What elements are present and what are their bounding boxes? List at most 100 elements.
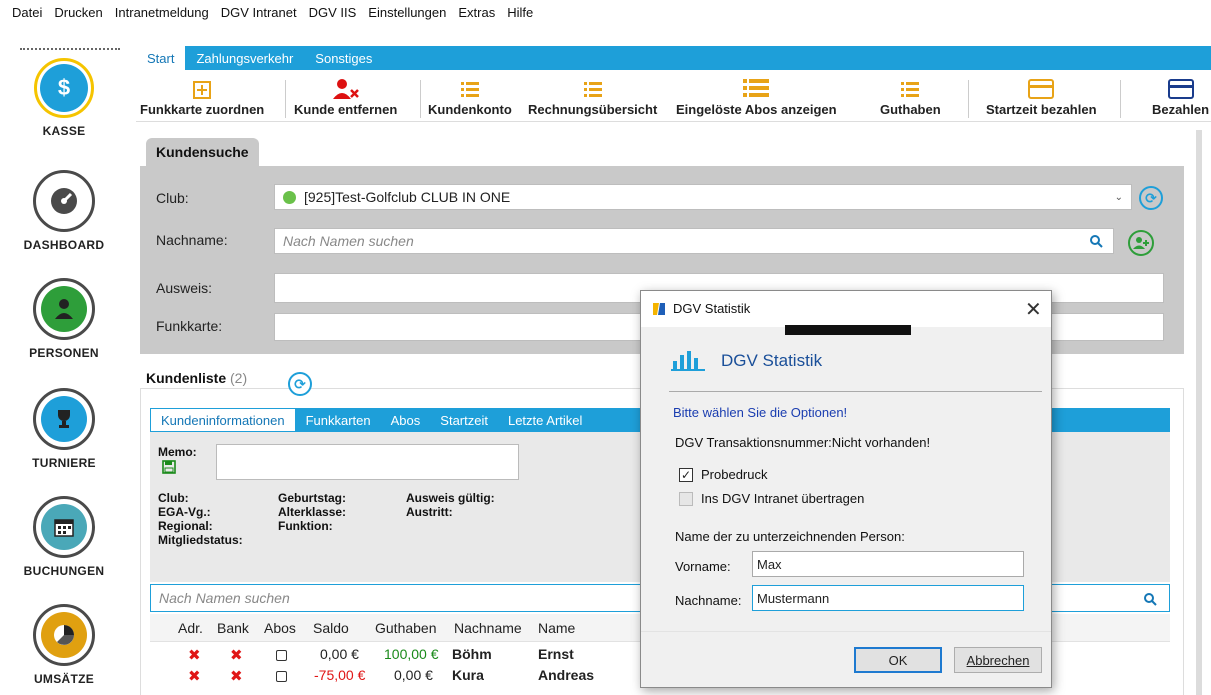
col-nachname[interactable]: Nachname [454,620,522,636]
sidebar-item-kasse[interactable]: $ KASSE [0,58,128,138]
abos-checkbox[interactable] [276,671,287,682]
abos-checkbox[interactable] [276,650,287,661]
sidebar-divider [20,48,120,50]
menu-intranetmeldung[interactable]: Intranetmeldung [109,5,215,20]
divider [669,391,1042,392]
menu-extras[interactable]: Extras [452,5,501,20]
col-name[interactable]: Name [538,620,575,636]
nachname-search-input[interactable]: Nach Namen suchen [274,228,1114,254]
intranet-label: Ins DGV Intranet übertragen [701,491,865,506]
app-window: Datei Drucken Intranetmeldung DGV Intran… [0,0,1211,695]
probedruck-checkbox[interactable]: ✓ [679,468,693,482]
transaction-text: DGV Transaktionsnummer:Nicht vorhanden! [675,435,931,450]
tab-letzte-artikel[interactable]: Letzte Artikel [498,408,592,432]
col-guthaben[interactable]: Guthaben [375,620,437,636]
col-bank[interactable]: Bank [217,620,249,636]
kundenliste-count: (2) [230,370,248,386]
cancel-button[interactable]: Abbrechen [954,647,1042,673]
guthaben-button[interactable]: Guthaben [880,76,941,117]
club-select[interactable]: [925]Test-Golfclub CLUB IN ONE ⌄ [274,184,1132,210]
sidebar-item-label: KASSE [42,124,86,138]
club-value: [925]Test-Golfclub CLUB IN ONE [304,189,511,205]
austritt-info-label: Austritt: [406,505,453,519]
kundenkonto-button[interactable]: Kundenkonto [428,76,512,117]
club-label: Club: [156,190,189,206]
col-saldo[interactable]: Saldo [313,620,349,636]
kunde-entfernen-button[interactable]: Kunde entfernen [294,76,397,117]
refresh-club-icon[interactable]: ⟳ [1139,186,1163,210]
vorname-input[interactable]: Max [752,551,1024,577]
tab-zahlungsverkehr[interactable]: Zahlungsverkehr [185,46,304,70]
alterklasse-info-label: Alterklasse: [278,505,347,519]
nachname-dialog-input[interactable]: Mustermann [752,585,1024,611]
divider [641,631,1051,632]
ribbon-toolbar: Funkkarte zuordnen Kunde entfernen Kunde… [136,70,1211,122]
intranet-checkbox[interactable] [679,492,693,506]
person-icon [41,286,87,332]
sidebar-item-label: DASHBOARD [23,238,105,252]
sidebar-item-dashboard[interactable]: DASHBOARD [0,170,128,252]
sidebar-item-label: PERSONEN [29,346,99,360]
dialog-titlebar: DGV Statistik ✕ [641,291,1051,327]
rechnungsuebersicht-button[interactable]: Rechnungsübersicht [528,76,657,117]
sidebar-item-personen[interactable]: PERSONEN [0,278,128,360]
dialog-info-text: Bitte wählen Sie die Optionen! [673,405,848,420]
tab-startzeit[interactable]: Startzeit [430,408,498,432]
sidebar-item-umsaetze[interactable]: UMSÄTZE [0,604,128,686]
vorname-label: Vorname: [675,559,731,574]
bank-missing-icon: ✖ [230,668,243,685]
bezahlen-button[interactable]: Bezahlen [1152,76,1209,117]
adr-missing-icon: ✖ [188,668,201,685]
memo-input[interactable] [216,444,519,480]
redacted-bar [785,325,911,335]
close-icon[interactable]: ✕ [1025,297,1042,322]
ausweis-gueltig-info-label: Ausweis gültig: [406,491,495,505]
ega-info-label: EGA-Vg.: [158,505,211,519]
funkkarte-zuordnen-button[interactable]: Funkkarte zuordnen [140,76,264,117]
remove-user-icon [332,79,359,99]
add-user-icon[interactable] [1128,230,1154,256]
person-label: Name der zu unterzeichnenden Person: [675,529,905,544]
col-adr[interactable]: Adr. [178,620,203,636]
guthaben-cell: 100,00 € [384,646,439,662]
tab-kundeninformationen[interactable]: Kundeninformationen [150,408,296,432]
mitgliedstatus-info-label: Mitgliedstatus: [158,533,243,547]
startzeit-bezahlen-button[interactable]: Startzeit bezahlen [986,76,1097,117]
ribbon-tabs: Start Zahlungsverkehr Sonstiges [136,46,1211,70]
guthaben-cell: 0,00 € [394,667,433,683]
refresh-list-icon[interactable]: ⟳ [288,372,312,396]
calendar-icon [41,504,87,550]
dgv-logo-icon [653,303,665,315]
list-icon [460,82,479,97]
col-abos[interactable]: Abos [264,620,296,636]
save-icon[interactable] [162,460,176,474]
ok-button[interactable]: OK [854,647,942,673]
tab-abos[interactable]: Abos [381,408,431,432]
menu-datei[interactable]: Datei [6,5,48,20]
tab-funkkarten[interactable]: Funkkarten [296,408,381,432]
nachname-label: Nachname: [156,232,228,248]
saldo-cell: -75,00 € [314,667,366,683]
sidebar-item-buchungen[interactable]: BUCHUNGEN [0,496,128,578]
funkkarte-label: Funkkarte: [156,318,223,334]
search-icon [1144,593,1157,606]
menu-dgv-iis[interactable]: DGV IIS [303,5,363,20]
menu-hilfe[interactable]: Hilfe [501,5,539,20]
card-icon [1167,79,1194,99]
regional-info-label: Regional: [158,519,213,533]
dgv-statistik-dialog: DGV Statistik ✕ DGV Statistik Bitte wähl… [640,290,1052,688]
tab-sonstiges[interactable]: Sonstiges [304,46,383,70]
sidebar: $ KASSE DASHBOARD PERSONEN TURNIERE BUCH… [0,44,128,695]
menu-dgv-intranet[interactable]: DGV Intranet [215,5,303,20]
name-cell: Ernst [538,646,574,662]
pie-chart-icon [41,612,87,658]
menu-einstellungen[interactable]: Einstellungen [362,5,452,20]
menu-drucken[interactable]: Drucken [48,5,108,20]
tab-start[interactable]: Start [136,46,186,70]
main-scrollbar[interactable] [1196,130,1202,695]
club-info-label: Club: [158,491,189,505]
eingeloeste-abos-button[interactable]: Eingelöste Abos anzeigen [676,76,837,117]
sidebar-item-turniere[interactable]: TURNIERE [0,388,128,470]
list-icon [583,82,602,97]
nachname-cell: Böhm [452,646,492,662]
